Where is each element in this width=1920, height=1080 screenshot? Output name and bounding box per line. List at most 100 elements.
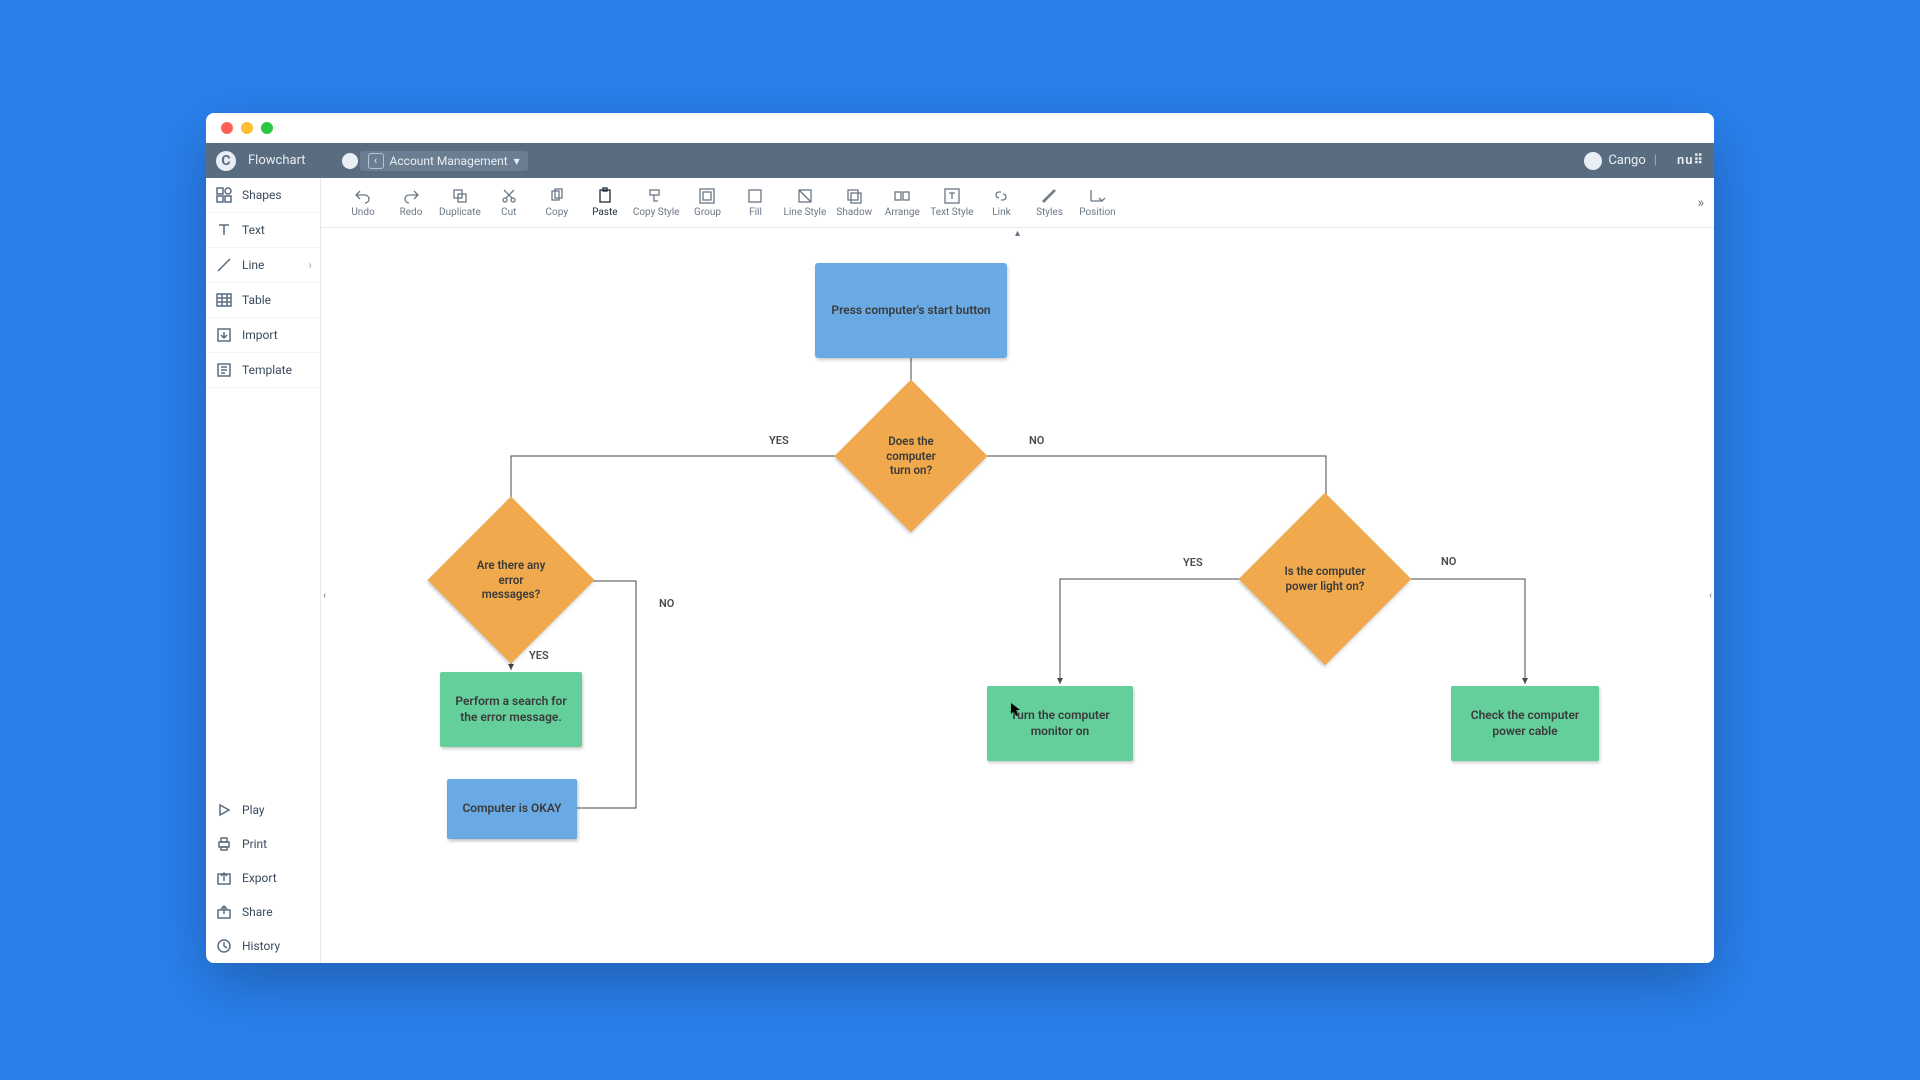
sidebar-item-shapes[interactable]: Shapes: [206, 178, 320, 213]
window-titlebar: [206, 113, 1714, 143]
node-search[interactable]: Perform a search for the error message.: [440, 672, 582, 747]
shapes-icon: [216, 187, 232, 203]
toolbar-more[interactable]: »: [1697, 195, 1704, 211]
chevron-down-icon: ▾: [514, 154, 520, 168]
sidebar-label: Play: [242, 803, 265, 817]
sidebar-item-print[interactable]: Print: [206, 827, 320, 861]
edge-label-no-3: NO: [1441, 555, 1456, 568]
text-icon: [216, 222, 232, 238]
collapse-right-icon[interactable]: ‹: [1709, 590, 1712, 601]
toolbar-position[interactable]: Position: [1073, 185, 1121, 220]
share-icon: [216, 904, 232, 920]
collapse-left-icon[interactable]: ‹: [323, 590, 326, 601]
arrange-icon: [893, 187, 911, 205]
app-bar: C Flowchart ‹ Account Management ▾ Cango…: [206, 143, 1714, 178]
cut-icon: [500, 187, 518, 205]
link-icon: [992, 187, 1010, 205]
styles-icon: [1040, 187, 1058, 205]
toolbar-copy[interactable]: Copy: [533, 185, 581, 220]
sidebar-label: History: [242, 939, 280, 953]
duplicate-icon: [451, 187, 469, 205]
sidebar-label: Table: [242, 293, 271, 307]
sidebar-label: Import: [242, 328, 278, 342]
sidebar-item-text[interactable]: Text: [206, 213, 320, 248]
position-icon: [1088, 187, 1106, 205]
sidebar-item-export[interactable]: Export: [206, 861, 320, 895]
canvas[interactable]: ▴ ‹ ‹ Press computer's start button Does…: [321, 228, 1714, 963]
copy-icon: [548, 187, 566, 205]
back-icon: ‹: [368, 153, 384, 169]
fill-icon: [746, 187, 764, 205]
sidebar-label: Line: [242, 258, 264, 272]
toolbar-link[interactable]: Link: [977, 185, 1025, 220]
user-icon[interactable]: [342, 153, 358, 169]
toolbar-duplicate[interactable]: Duplicate: [435, 185, 485, 220]
redo-icon: [402, 187, 420, 205]
window-zoom[interactable]: [261, 122, 273, 134]
line-style-icon: [796, 187, 814, 205]
toolbar-cut[interactable]: Cut: [485, 185, 533, 220]
cursor-icon: [1011, 702, 1021, 716]
history-icon: [216, 938, 232, 954]
sidebar: Shapes Text Line Table Import Template P…: [206, 178, 321, 963]
toolbar-undo[interactable]: Undo: [339, 185, 387, 220]
print-icon: [216, 836, 232, 852]
toolbar-styles[interactable]: Styles: [1025, 185, 1073, 220]
sidebar-item-share[interactable]: Share: [206, 895, 320, 929]
edge-label-no-2: NO: [659, 597, 674, 610]
toolbar: Undo Redo Duplicate Cut Copy Paste Copy …: [321, 178, 1714, 228]
collapse-top-icon[interactable]: ▴: [1015, 228, 1020, 239]
user-name[interactable]: Cango: [1608, 153, 1645, 168]
node-errors[interactable]: Are there any error messages?: [452, 521, 570, 639]
edge-label-yes-2: YES: [529, 649, 549, 662]
app-title: Flowchart: [248, 153, 306, 168]
node-cable[interactable]: Check the computer power cable: [1451, 686, 1599, 761]
document-name: Account Management: [390, 154, 508, 168]
sidebar-label: Shapes: [242, 188, 282, 202]
toolbar-paste[interactable]: Paste: [581, 185, 629, 220]
sidebar-item-template[interactable]: Template: [206, 353, 320, 388]
node-start[interactable]: Press computer's start button: [815, 263, 1007, 358]
window-close[interactable]: [221, 122, 233, 134]
sidebar-item-play[interactable]: Play: [206, 793, 320, 827]
divider: |: [1654, 153, 1657, 168]
paste-icon: [596, 187, 614, 205]
node-turn-on[interactable]: Does the computer turn on?: [857, 402, 965, 510]
edge-label-yes-3: YES: [1183, 556, 1203, 569]
sidebar-label: Text: [242, 223, 265, 237]
undo-icon: [354, 187, 372, 205]
sidebar-item-history[interactable]: History: [206, 929, 320, 963]
group-icon: [698, 187, 716, 205]
node-monitor[interactable]: Turn the computer monitor on: [987, 686, 1133, 761]
toolbar-line-style[interactable]: Line Style: [779, 185, 830, 220]
text-style-icon: [943, 187, 961, 205]
sidebar-label: Share: [242, 905, 273, 919]
toolbar-group[interactable]: Group: [683, 185, 731, 220]
sidebar-label: Export: [242, 871, 277, 885]
sidebar-label: Template: [242, 363, 292, 377]
node-ok[interactable]: Computer is OKAY: [447, 779, 577, 839]
shadow-icon: [845, 187, 863, 205]
toolbar-text-style[interactable]: Text Style: [926, 185, 977, 220]
toolbar-copy-style[interactable]: Copy Style: [629, 185, 684, 220]
play-icon: [216, 802, 232, 818]
document-dropdown[interactable]: ‹ Account Management ▾: [360, 151, 528, 171]
toolbar-redo[interactable]: Redo: [387, 185, 435, 220]
node-power-light[interactable]: Is the computer power light on?: [1264, 518, 1386, 640]
app-window: C Flowchart ‹ Account Management ▾ Cango…: [206, 113, 1714, 963]
sidebar-item-line[interactable]: Line: [206, 248, 320, 283]
toolbar-arrange[interactable]: Arrange: [878, 185, 926, 220]
toolbar-shadow[interactable]: Shadow: [830, 185, 878, 220]
window-minimize[interactable]: [241, 122, 253, 134]
sidebar-label: Print: [242, 837, 267, 851]
app-logo[interactable]: C: [216, 151, 236, 171]
template-icon: [216, 362, 232, 378]
edge-label-yes-1: YES: [769, 434, 789, 447]
user-avatar[interactable]: [1584, 152, 1602, 170]
line-icon: [216, 257, 232, 273]
brand-label: nu⠿: [1677, 153, 1704, 168]
sidebar-item-import[interactable]: Import: [206, 318, 320, 353]
toolbar-fill[interactable]: Fill: [731, 185, 779, 220]
edge-label-no-1: NO: [1029, 434, 1044, 447]
sidebar-item-table[interactable]: Table: [206, 283, 320, 318]
